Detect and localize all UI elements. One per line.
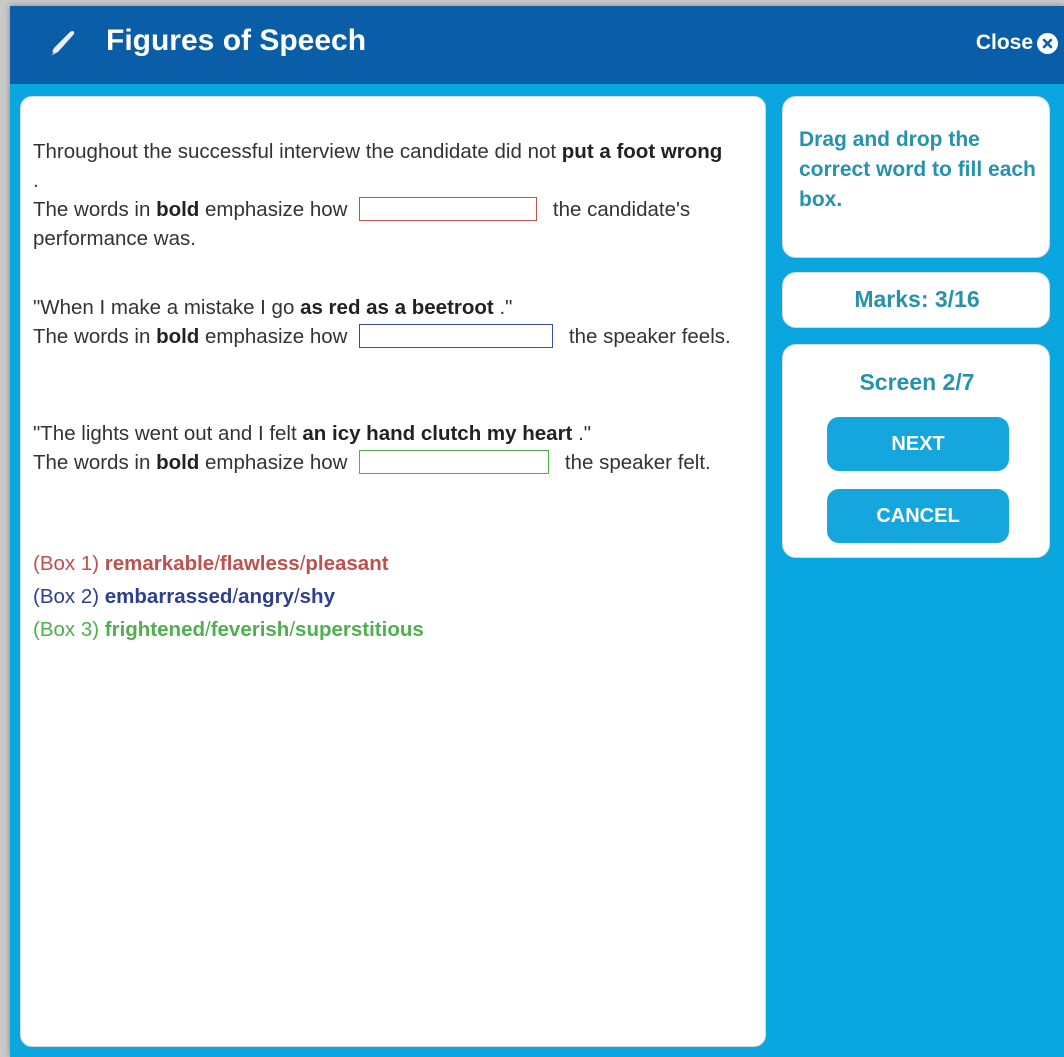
bold-phrase: put a foot wrong — [561, 140, 723, 163]
navigation-card: Screen 2/7 NEXT CANCEL — [782, 344, 1050, 558]
prompt-text-mid: emphasize how — [199, 451, 348, 474]
word-option[interactable]: feverish — [211, 618, 290, 641]
word-option[interactable]: frightened — [105, 618, 205, 641]
word-option[interactable]: angry — [238, 585, 294, 608]
prompt-bold: bold — [156, 451, 200, 474]
question-panel: Throughout the successful interview the … — [20, 96, 766, 1047]
prompt-text-end: the speaker feels. — [568, 325, 731, 348]
pen-icon — [44, 26, 78, 60]
question-text: "When I make a mistake I go — [33, 296, 301, 319]
close-circle-icon[interactable] — [1037, 32, 1058, 54]
instruction-card: Drag and drop the correct word to fill e… — [782, 96, 1050, 258]
close-button[interactable]: Close — [976, 30, 1058, 56]
prompt-text-mid: emphasize how — [199, 325, 348, 348]
word-option[interactable]: pleasant — [305, 552, 388, 575]
drop-box-3[interactable] — [359, 449, 550, 474]
question-text-end: ." — [572, 422, 592, 445]
prompt-text-end: the speaker felt. — [564, 451, 711, 474]
prompt-bold: bold — [156, 198, 200, 221]
word-option[interactable]: remarkable — [105, 552, 214, 575]
screen-counter: Screen 2/7 — [859, 369, 975, 395]
prompt-text: The words in — [33, 198, 157, 221]
options-box-3: (Box 3) frightened/feverish/superstitiou… — [33, 618, 424, 641]
instruction-text: Drag and drop the correct word to fill e… — [799, 128, 1036, 211]
prompt-bold: bold — [156, 325, 200, 348]
word-option[interactable]: superstitious — [295, 618, 424, 641]
options-label: (Box 2) — [33, 585, 100, 608]
question-1: Throughout the successful interview the … — [33, 137, 733, 253]
question-3: "The lights went out and I felt an icy h… — [33, 419, 733, 477]
drop-box-2[interactable] — [359, 323, 554, 348]
question-text: Throughout the successful interview the … — [33, 140, 562, 163]
bold-phrase: as red as a beetroot — [300, 296, 494, 319]
word-option[interactable]: flawless — [220, 552, 300, 575]
close-label: Close — [975, 31, 1033, 54]
bold-phrase: an icy hand clutch my heart — [302, 422, 573, 445]
question-text-end: ." — [493, 296, 513, 319]
title-bar: Figures of Speech Close — [10, 6, 1064, 84]
prompt-text: The words in — [33, 325, 157, 348]
marks-text: Marks: 3/16 — [854, 286, 980, 312]
drop-box-1[interactable] — [359, 196, 538, 221]
page-title: Figures of Speech — [106, 24, 367, 57]
word-option[interactable]: shy — [300, 585, 335, 608]
prompt-text: The words in — [33, 451, 157, 474]
options-label: (Box 3) — [33, 618, 100, 641]
options-label: (Box 1) — [33, 552, 100, 575]
question-text: "The lights went out and I felt — [33, 422, 303, 445]
prompt-text-mid: emphasize how — [199, 198, 348, 221]
question-2: "When I make a mistake I go as red as a … — [33, 293, 733, 351]
options-box-1: (Box 1) remarkable/flawless/pleasant — [33, 552, 389, 575]
word-option[interactable]: embarrassed — [105, 585, 233, 608]
question-text-end: . — [33, 169, 39, 192]
cancel-button[interactable]: CANCEL — [827, 489, 1009, 543]
marks-card: Marks: 3/16 — [782, 272, 1050, 328]
next-button[interactable]: NEXT — [827, 417, 1009, 471]
word-options: (Box 1) remarkable/flawless/pleasant (Bo… — [33, 547, 424, 646]
options-box-2: (Box 2) embarrassed/angry/shy — [33, 585, 335, 608]
